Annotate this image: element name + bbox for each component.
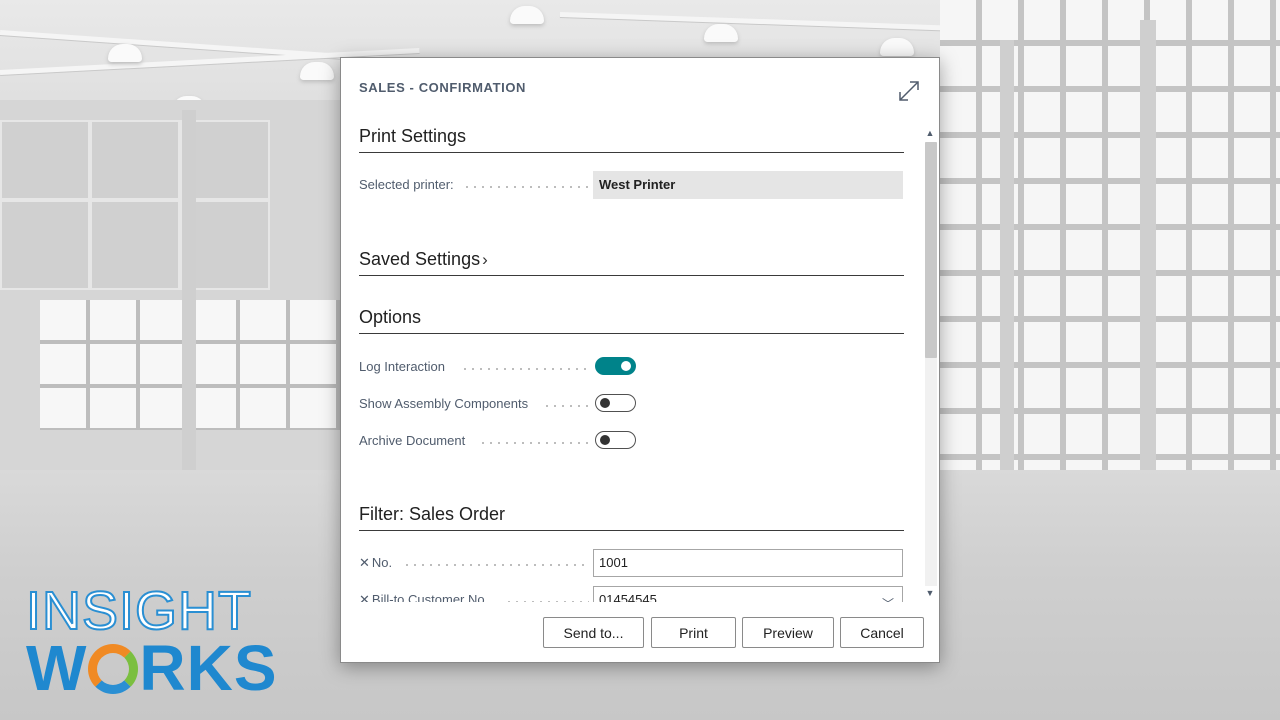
filter-no-label: ✕ No. bbox=[359, 549, 392, 577]
ceiling-lamp bbox=[108, 44, 142, 62]
filter-no-text: No. bbox=[371, 555, 393, 570]
dotted-leader bbox=[403, 564, 589, 566]
scroll-up-icon[interactable]: ▲ bbox=[923, 126, 937, 140]
sales-confirmation-dialog: SALES - CONFIRMATION Print Settings Sele… bbox=[340, 57, 940, 663]
dotted-leader bbox=[479, 442, 589, 444]
filter-bill-to-value: 01454545 bbox=[599, 592, 657, 602]
archive-document-row: Archive Document bbox=[359, 427, 904, 455]
filter-no-row: ✕ No. 1001 bbox=[359, 549, 904, 577]
ceiling-lamp bbox=[880, 38, 914, 56]
ceiling-lamp bbox=[300, 62, 334, 80]
print-button[interactable]: Print bbox=[651, 617, 736, 648]
toggle-knob bbox=[621, 361, 631, 371]
dotted-leader bbox=[463, 186, 589, 188]
section-filter-sales-order: Filter: Sales Order bbox=[359, 500, 904, 531]
show-assembly-components-label: Show Assembly Components bbox=[359, 396, 529, 411]
wall-panel bbox=[90, 120, 180, 200]
chevron-down-icon: ﹀ bbox=[882, 591, 894, 602]
archive-document-toggle[interactable] bbox=[595, 431, 636, 449]
remove-filter-icon[interactable]: ✕ bbox=[359, 592, 370, 602]
send-to-button[interactable]: Send to... bbox=[543, 617, 644, 648]
scroll-down-icon[interactable]: ▼ bbox=[923, 586, 937, 600]
section-title: Filter: Sales Order bbox=[359, 504, 506, 524]
archive-document-label: Archive Document bbox=[359, 433, 466, 448]
toggle-knob bbox=[600, 398, 610, 408]
dotted-leader bbox=[461, 368, 589, 370]
chevron-right-icon: › bbox=[482, 250, 488, 269]
log-interaction-toggle[interactable] bbox=[595, 357, 636, 375]
dialog-title: SALES - CONFIRMATION bbox=[359, 80, 527, 95]
filter-bill-to-row: ✕Bill-to Customer No. 01454545 ﹀ bbox=[359, 586, 904, 602]
toggle-knob bbox=[600, 435, 610, 445]
logo-ring-icon bbox=[88, 644, 139, 694]
filter-bill-to-label: ✕ Bill-to Customer No. bbox=[359, 586, 488, 602]
expand-icon[interactable] bbox=[896, 78, 922, 104]
section-title: Options bbox=[359, 307, 422, 327]
wall-panel bbox=[0, 120, 90, 200]
scroll-thumb[interactable] bbox=[925, 142, 937, 358]
wall-panel bbox=[0, 200, 90, 290]
log-interaction-row: Log Interaction bbox=[359, 353, 904, 381]
insight-works-logo: INSIGHT W RKS bbox=[25, 581, 296, 700]
section-title: Saved Settings bbox=[359, 249, 481, 269]
cancel-button[interactable]: Cancel bbox=[840, 617, 924, 648]
dotted-leader bbox=[543, 405, 589, 407]
show-assembly-components-toggle[interactable] bbox=[595, 394, 636, 412]
preview-button[interactable]: Preview bbox=[742, 617, 834, 648]
section-title: Print Settings bbox=[359, 126, 467, 146]
ceiling-lamp bbox=[510, 6, 544, 24]
wall-panel bbox=[90, 200, 180, 290]
selected-printer-label: Selected printer: bbox=[359, 177, 454, 192]
log-interaction-label: Log Interaction bbox=[359, 359, 446, 374]
section-options: Options bbox=[359, 303, 904, 334]
dotted-leader bbox=[505, 601, 589, 602]
section-print-settings: Print Settings bbox=[359, 122, 904, 153]
pillar bbox=[182, 110, 196, 470]
selected-printer-field[interactable]: West Printer bbox=[593, 171, 903, 199]
pillar bbox=[1000, 40, 1014, 470]
filter-bill-to-text: Bill-to Customer No. bbox=[371, 592, 489, 602]
pillar bbox=[1140, 20, 1156, 480]
filter-no-input[interactable]: 1001 bbox=[593, 549, 903, 577]
filter-bill-to-select[interactable]: 01454545 ﹀ bbox=[593, 586, 903, 602]
logo-line-2: W RKS bbox=[26, 636, 296, 700]
logo-letter-w: W bbox=[26, 632, 88, 704]
logo-letters-rks: RKS bbox=[139, 632, 278, 704]
selected-printer-row: Selected printer: West Printer bbox=[359, 171, 904, 199]
scroll-track[interactable] bbox=[925, 142, 937, 586]
right-window-wall bbox=[940, 0, 1280, 480]
remove-filter-icon[interactable]: ✕ bbox=[359, 555, 370, 570]
dialog-content: Print Settings Selected printer: West Pr… bbox=[359, 122, 905, 602]
logo-line-1: INSIGHT bbox=[25, 581, 253, 641]
content-scrollbar[interactable]: ▲ ▼ bbox=[923, 126, 937, 602]
ceiling-lamp bbox=[704, 24, 738, 42]
show-assembly-components-row: Show Assembly Components bbox=[359, 390, 904, 418]
section-saved-settings[interactable]: Saved Settings › bbox=[359, 245, 904, 276]
